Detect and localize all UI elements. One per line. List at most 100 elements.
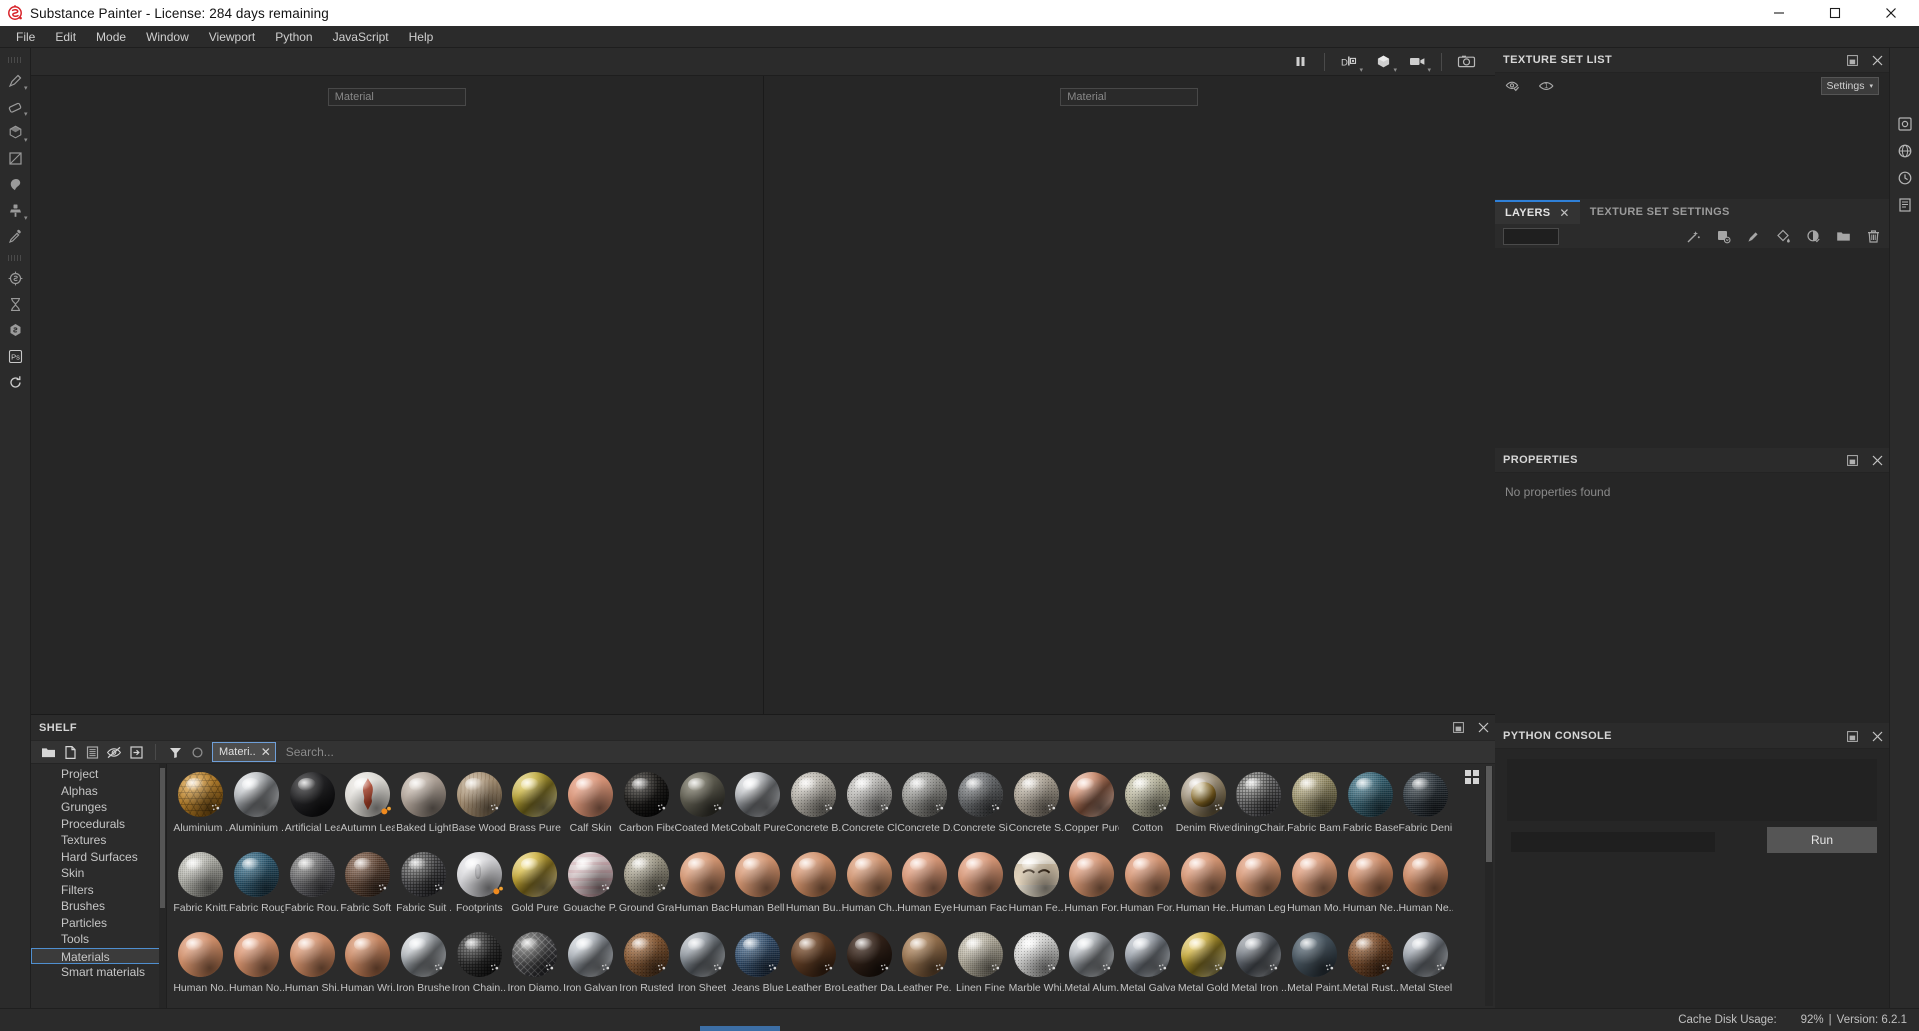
material-thumbnail[interactable]: [289, 852, 335, 897]
material-item[interactable]: Jeans Blue: [730, 928, 786, 1008]
material-item[interactable]: Iron Chain...: [451, 928, 507, 1008]
grid-scrollbar[interactable]: [1485, 766, 1493, 1006]
material-thumbnail[interactable]: [512, 852, 558, 897]
menu-item-viewport[interactable]: Viewport: [199, 26, 265, 48]
material-item[interactable]: Linen Fine: [953, 928, 1009, 1008]
shelf-category-textures[interactable]: Textures: [31, 832, 166, 849]
material-thumbnail[interactable]: [1403, 772, 1449, 817]
polygon-fill-tool[interactable]: [2, 146, 29, 171]
pause-engine-button[interactable]: [1285, 49, 1315, 75]
camera-display-button[interactable]: ▾: [1402, 49, 1432, 75]
material-name-field[interactable]: Material: [327, 88, 466, 106]
grid-view-icon[interactable]: [1463, 768, 1481, 786]
python-console-input[interactable]: [1511, 832, 1715, 852]
material-item[interactable]: Human Shi...: [284, 928, 340, 1008]
material-item[interactable]: Fabric Rough: [229, 848, 285, 928]
clone-tool[interactable]: ▾: [2, 198, 29, 223]
clear-filter-button[interactable]: [186, 741, 208, 763]
menu-item-mode[interactable]: Mode: [86, 26, 136, 48]
material-item[interactable]: Iron Diamo...: [507, 928, 563, 1008]
scrollbar-thumb[interactable]: [1486, 766, 1492, 862]
trash-icon[interactable]: [1866, 229, 1881, 244]
material-item[interactable]: Human Bac...: [674, 848, 730, 928]
close-icon[interactable]: ✕: [261, 746, 271, 758]
display-settings-toggle[interactable]: [1892, 137, 1918, 164]
material-thumbnail[interactable]: [790, 852, 836, 897]
material-item[interactable]: Metal Alum...: [1064, 928, 1120, 1008]
properties-close-button[interactable]: [1872, 455, 1883, 466]
material-item[interactable]: Human Eye...: [897, 848, 953, 928]
material-item[interactable]: Ground Gra...: [619, 848, 675, 928]
scrollbar-thumb[interactable]: [160, 768, 165, 908]
material-thumbnail[interactable]: [1013, 852, 1059, 897]
material-item[interactable]: Human He...: [1175, 848, 1231, 928]
material-item[interactable]: Human Bell...: [730, 848, 786, 928]
mask-circle-icon[interactable]: [1806, 229, 1821, 244]
shelf-search-input[interactable]: [275, 741, 1495, 763]
material-item[interactable]: Calf Skin: [563, 768, 619, 848]
import-resource-button[interactable]: [125, 741, 147, 763]
material-item[interactable]: Fabric Soft ...: [340, 848, 396, 928]
material-item[interactable]: Human Fe...: [1008, 848, 1064, 928]
paint-brush-tool[interactable]: ▾: [2, 68, 29, 93]
material-item[interactable]: Human No...: [173, 928, 229, 1008]
filter-button[interactable]: [164, 741, 186, 763]
material-thumbnail[interactable]: [178, 852, 224, 897]
tab-texture-set-settings[interactable]: TEXTURE SET SETTINGS: [1579, 200, 1740, 224]
category-scrollbar[interactable]: [159, 764, 166, 1008]
material-item[interactable]: Cotton: [1120, 768, 1176, 848]
material-thumbnail[interactable]: [1236, 852, 1282, 897]
material-item[interactable]: Gold Pure: [507, 848, 563, 928]
material-thumbnail[interactable]: [1347, 772, 1393, 817]
material-item[interactable]: Concrete Si...: [953, 768, 1009, 848]
display-channel-button[interactable]: D ▾: [1334, 49, 1364, 75]
material-thumbnail[interactable]: [401, 772, 447, 817]
material-thumbnail[interactable]: [1069, 852, 1115, 897]
material-thumbnail[interactable]: [234, 932, 280, 977]
material-item[interactable]: Fabric Bam...: [1287, 768, 1343, 848]
magic-wand-icon[interactable]: [1686, 229, 1701, 244]
projection-tool[interactable]: ▾: [2, 120, 29, 145]
material-item[interactable]: Human Bu...: [786, 848, 842, 928]
menu-item-help[interactable]: Help: [399, 26, 444, 48]
material-item[interactable]: Base Wood...: [451, 768, 507, 848]
material-item[interactable]: Fabric Rou...: [284, 848, 340, 928]
material-item[interactable]: Human Ne...: [1398, 848, 1454, 928]
material-thumbnail[interactable]: [1236, 772, 1282, 817]
folder-icon[interactable]: [1836, 229, 1851, 244]
material-thumbnail[interactable]: [1347, 852, 1393, 897]
texture-set-settings-dropdown[interactable]: Settings ▾: [1820, 77, 1879, 95]
material-thumbnail[interactable]: [957, 852, 1003, 897]
close-button[interactable]: [1863, 0, 1919, 26]
material-item[interactable]: Human Ne...: [1342, 848, 1398, 928]
properties-float-button[interactable]: [1847, 455, 1858, 466]
paint-bucket-icon[interactable]: [1776, 229, 1791, 244]
material-item[interactable]: Concrete Cl...: [841, 768, 897, 848]
material-thumbnail[interactable]: [512, 772, 558, 817]
material-item[interactable]: Metal Iron ...: [1231, 928, 1287, 1008]
material-item[interactable]: Metal Gold: [1175, 928, 1231, 1008]
material-thumbnail[interactable]: [846, 852, 892, 897]
material-item[interactable]: Footprints: [451, 848, 507, 928]
material-item[interactable]: Metal Steel: [1398, 928, 1454, 1008]
active-filter-tag[interactable]: Materi.. ✕: [212, 742, 276, 762]
shelf-category-procedurals[interactable]: Procedurals: [31, 816, 166, 833]
material-item[interactable]: Fabric Suit ...: [396, 848, 452, 928]
material-thumbnail[interactable]: [1292, 772, 1338, 817]
material-item[interactable]: Cobalt Pure: [730, 768, 786, 848]
shelf-category-materials[interactable]: Materials: [31, 947, 166, 964]
material-item[interactable]: Denim Rivet: [1175, 768, 1231, 848]
substance-source-link[interactable]: [2, 318, 29, 343]
material-item[interactable]: Coated Metal: [674, 768, 730, 848]
material-item[interactable]: Iron Brushed: [396, 928, 452, 1008]
material-item[interactable]: Human Leg...: [1231, 848, 1287, 928]
hide-resource-button[interactable]: [103, 741, 125, 763]
shelf-category-grunges[interactable]: Grunges: [31, 799, 166, 816]
material-item[interactable]: Metal Galva...: [1120, 928, 1176, 1008]
eraser-tool[interactable]: ▾: [2, 94, 29, 119]
material-item[interactable]: Iron Sheet: [674, 928, 730, 1008]
material-item[interactable]: Aluminium ...: [229, 768, 285, 848]
material-item[interactable]: Brass Pure: [507, 768, 563, 848]
menu-item-window[interactable]: Window: [136, 26, 199, 48]
new-resource-button[interactable]: [59, 741, 81, 763]
